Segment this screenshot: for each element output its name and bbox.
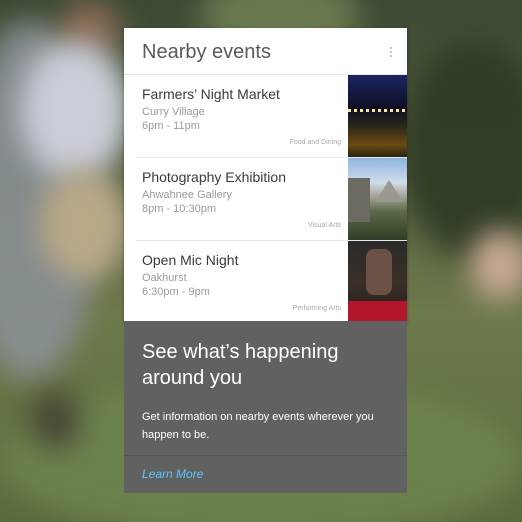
event-item-open-mic-night[interactable]: Open Mic Night Oakhurst 6:30pm - 9pm Per…	[136, 241, 407, 323]
event-item-farmers-market[interactable]: Farmers’ Night Market Curry Village 6pm …	[136, 75, 407, 158]
event-title: Open Mic Night	[142, 252, 239, 268]
event-time: 8pm - 10:30pm	[142, 203, 216, 215]
event-title: Photography Exhibition	[142, 169, 286, 185]
event-title: Farmers’ Night Market	[142, 86, 280, 102]
promo-panel: See what’s happening around you Get info…	[124, 321, 407, 493]
nearby-events-card: Nearby events Farmers’ Night Market Curr…	[124, 28, 407, 323]
card-header: Nearby events	[124, 28, 407, 75]
promo-description: Get information on nearby events whereve…	[142, 411, 374, 441]
event-location: Oakhurst	[142, 272, 187, 284]
event-category: Food and Dining	[289, 139, 341, 146]
event-location: Ahwahnee Gallery	[142, 189, 232, 201]
promo-title: See what’s happening around you	[142, 341, 339, 389]
event-time: 6pm - 11pm	[142, 120, 200, 132]
event-location: Curry Village	[142, 106, 205, 118]
event-category: Visual Arts	[308, 222, 341, 229]
learn-more-link[interactable]: Learn More	[142, 467, 203, 481]
valley-landscape-photo	[348, 158, 407, 240]
card-title: Nearby events	[142, 41, 271, 63]
overflow-menu-icon[interactable]	[389, 47, 393, 59]
event-item-photography-exhibition[interactable]: Photography Exhibition Ahwahnee Gallery …	[136, 158, 407, 241]
event-category: Performing Arts	[292, 305, 341, 312]
night-market-photo	[348, 75, 407, 157]
divider	[124, 455, 407, 456]
event-time: 6:30pm - 9pm	[142, 286, 210, 298]
musician-photo	[348, 241, 407, 323]
